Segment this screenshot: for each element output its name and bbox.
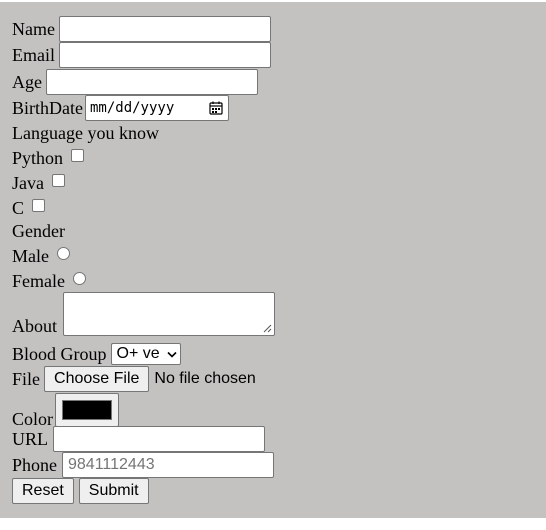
language-label-python: Python [12, 148, 64, 168]
phone-input[interactable]: 9841112443 [62, 452, 274, 478]
gender-heading-row: Gender [12, 221, 65, 241]
age-input[interactable] [46, 69, 258, 95]
phone-row: Phone 9841112443 [12, 452, 274, 478]
blood-group-select[interactable]: O+ ve [110, 343, 181, 365]
gender-label-male: Male [12, 246, 49, 266]
submit-button[interactable]: Submit [78, 478, 149, 504]
language-label-java: Java [12, 173, 44, 193]
language-option-python: Python [12, 148, 85, 168]
email-label: Email [12, 45, 55, 65]
birthdate-label: BirthDate [12, 98, 83, 118]
reset-button[interactable]: Reset [12, 478, 74, 504]
email-input[interactable] [59, 42, 271, 68]
about-row: About [12, 292, 275, 336]
python-checkbox[interactable] [71, 148, 85, 162]
birthdate-placeholder: mm/dd/yyyy [89, 100, 175, 116]
color-picker[interactable] [55, 393, 120, 427]
blood-group-value: O+ ve [116, 345, 160, 362]
birthdate-row: BirthDate mm/dd/yyyy [12, 95, 229, 121]
phone-label: Phone [12, 455, 57, 475]
language-label-c: C [12, 198, 25, 218]
file-label: File [12, 369, 41, 389]
name-label: Name [12, 19, 55, 39]
female-radio[interactable] [72, 271, 86, 285]
blood-group-row: Blood Group O+ ve [12, 343, 181, 365]
c-checkbox[interactable] [32, 198, 46, 212]
gender-option-male: Male [12, 246, 70, 266]
language-option-c: C [12, 198, 46, 218]
birthdate-input[interactable]: mm/dd/yyyy [84, 95, 229, 121]
file-status: No file chosen [154, 370, 256, 387]
about-label: About [12, 316, 57, 336]
age-row: Age [12, 69, 258, 95]
action-buttons: Reset Submit [12, 478, 149, 504]
name-row: Name [12, 16, 271, 42]
color-swatch [62, 400, 113, 420]
phone-placeholder: 9841112443 [68, 456, 155, 473]
blood-group-label: Blood Group [12, 344, 107, 364]
url-input[interactable] [53, 426, 265, 452]
male-radio[interactable] [56, 246, 70, 260]
java-checkbox[interactable] [51, 173, 65, 187]
email-row: Email [12, 42, 271, 68]
url-label: URL [12, 429, 48, 449]
file-row: File Choose File No file chosen [12, 366, 256, 392]
resize-grip-icon[interactable] [263, 324, 272, 333]
language-heading-row: Language you know [12, 123, 159, 143]
color-row: Color [12, 393, 120, 429]
calendar-icon[interactable] [209, 101, 223, 115]
gender-option-female: Female [12, 271, 86, 291]
chevron-down-icon [166, 351, 177, 358]
gender-label-female: Female [12, 271, 65, 291]
name-input[interactable] [58, 16, 271, 42]
language-option-java: Java [12, 173, 65, 193]
choose-file-button[interactable]: Choose File [44, 366, 150, 392]
language-heading: Language you know [12, 123, 159, 143]
gender-heading: Gender [12, 221, 65, 241]
about-textarea[interactable] [63, 292, 275, 336]
url-row: URL [12, 426, 265, 452]
age-label: Age [12, 72, 42, 92]
